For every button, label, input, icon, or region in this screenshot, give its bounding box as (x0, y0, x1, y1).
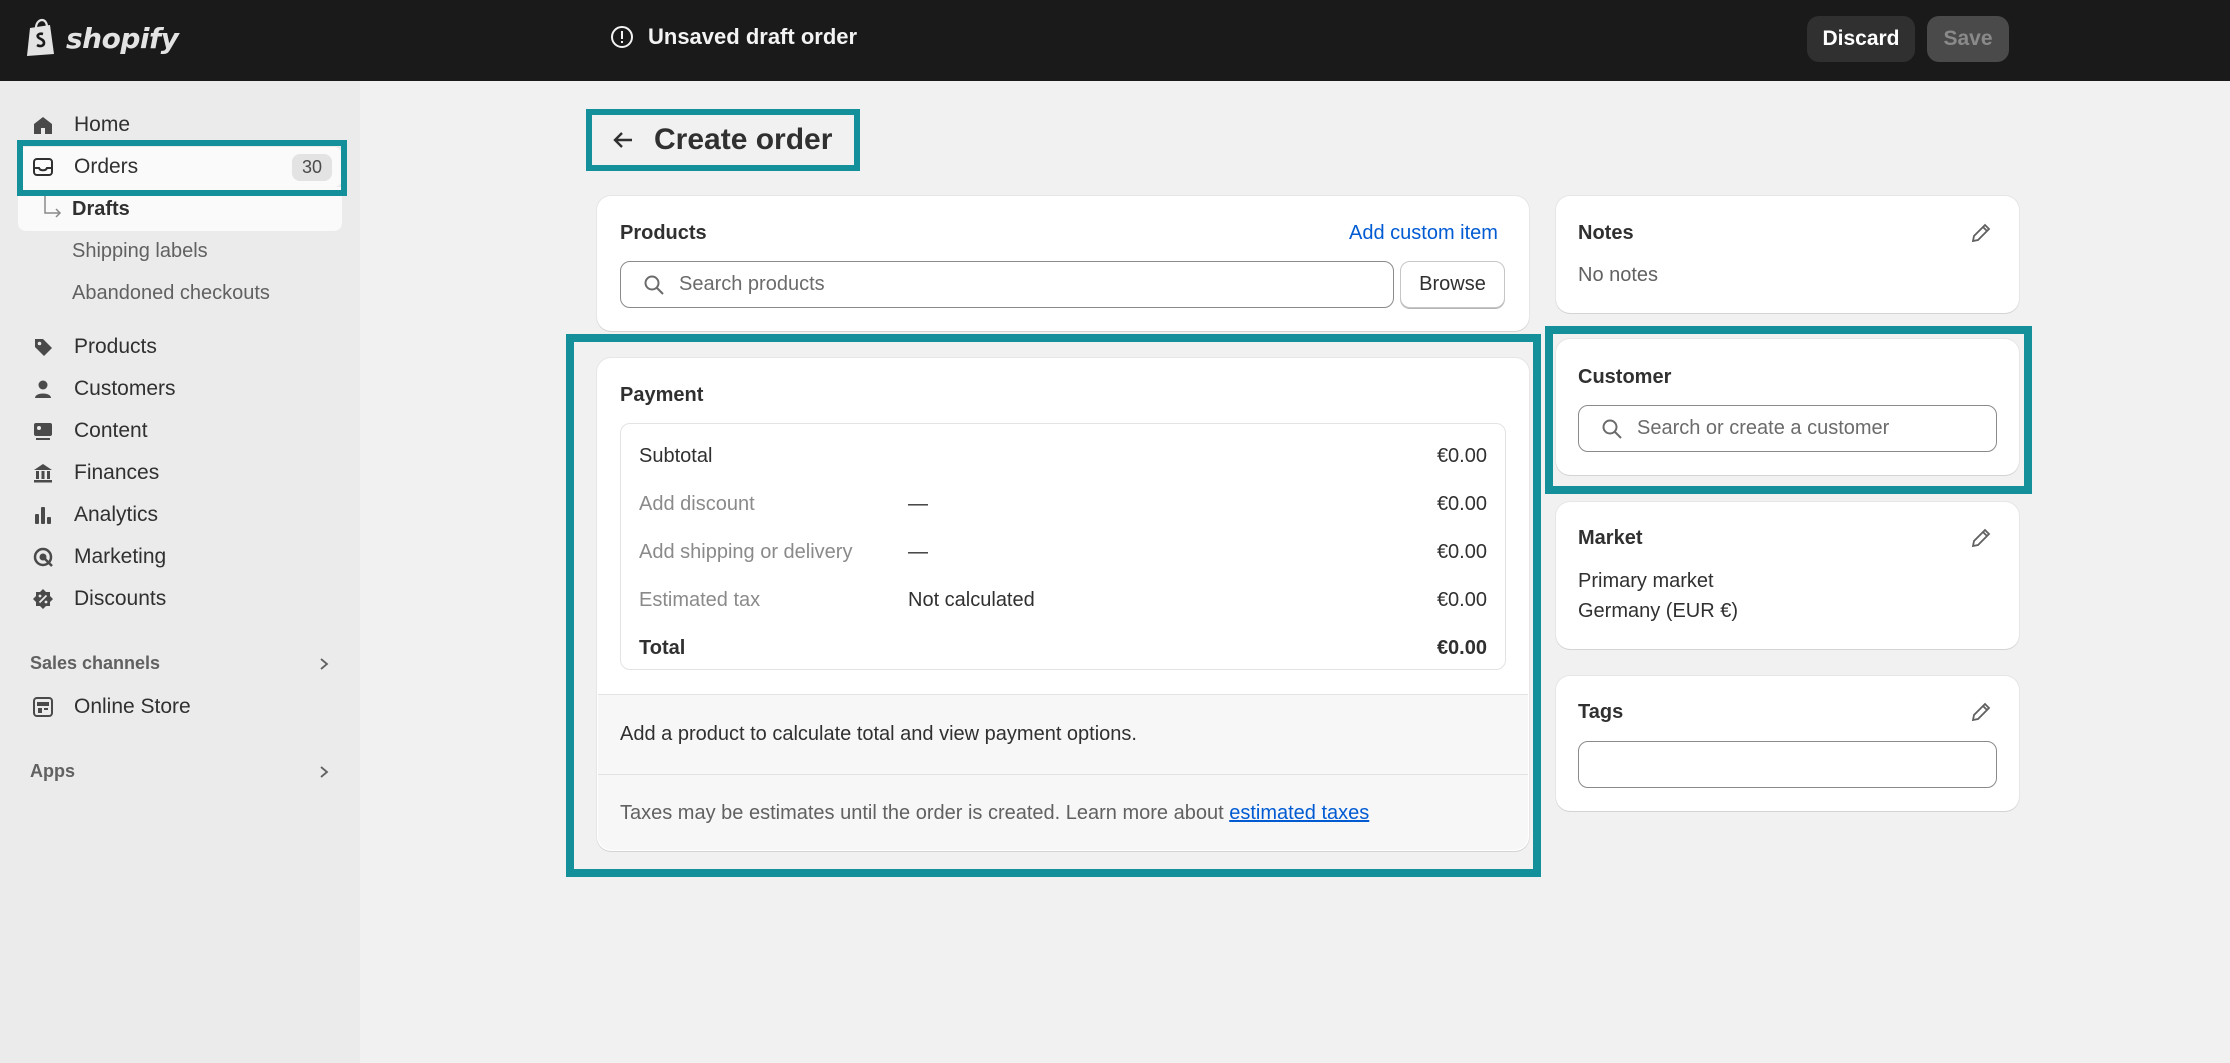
sidebar-item-label: Online Store (74, 695, 342, 719)
apps-label: Apps (30, 761, 75, 782)
sidebar-item-home[interactable]: Home (18, 105, 342, 145)
sidebar: Home Orders 30 Drafts Shipping labels Ab… (0, 81, 360, 1063)
chevron-right-icon (318, 765, 330, 779)
sidebar-item-products[interactable]: Products (18, 327, 342, 367)
save-button[interactable]: Save (1927, 16, 2009, 62)
sales-channels-label: Sales channels (30, 653, 160, 674)
bar-chart-icon (32, 504, 54, 526)
payment-highlight (566, 334, 1541, 877)
page-header: Create order (586, 109, 860, 171)
sidebar-item-drafts[interactable]: Drafts (72, 198, 130, 221)
arrow-left-icon[interactable] (610, 127, 636, 153)
bank-icon (32, 462, 54, 484)
sidebar-item-content[interactable]: Content (18, 411, 342, 451)
products-title: Products (620, 222, 707, 245)
search-icon (643, 274, 665, 296)
sidebar-item-customers[interactable]: Customers (18, 369, 342, 409)
browse-button[interactable]: Browse (1400, 261, 1505, 308)
notes-card (1556, 196, 2019, 313)
subnav-connector-icon (42, 193, 64, 221)
tags-input[interactable] (1578, 741, 1997, 788)
tag-icon (32, 336, 54, 358)
apps-header[interactable]: Apps (30, 761, 330, 782)
brand-name: shopify (66, 22, 178, 55)
market-primary: Primary market (1578, 570, 1714, 593)
pencil-icon[interactable] (1970, 527, 1992, 549)
sidebar-item-label: Customers (74, 377, 342, 401)
shopify-logo[interactable]: shopify (24, 18, 178, 58)
unsaved-status: Unsaved draft order (610, 24, 857, 50)
pencil-icon[interactable] (1970, 222, 1992, 244)
orders-highlight (17, 140, 347, 196)
sidebar-item-label: Finances (74, 461, 342, 485)
chevron-right-icon (318, 657, 330, 671)
notes-title: Notes (1578, 222, 1634, 245)
sidebar-item-label: Analytics (74, 503, 342, 527)
tags-title: Tags (1578, 701, 1623, 724)
person-icon (32, 378, 54, 400)
sidebar-item-shipping-labels[interactable]: Shipping labels (72, 240, 208, 263)
content-icon (32, 420, 54, 442)
discard-button[interactable]: Discard (1807, 16, 1915, 62)
sidebar-item-marketing[interactable]: Marketing (18, 537, 342, 577)
market-country: Germany (EUR €) (1578, 600, 1738, 623)
sidebar-item-abandoned-checkouts[interactable]: Abandoned checkouts (72, 282, 270, 305)
shopify-bag-icon (24, 18, 58, 58)
top-bar: shopify Unsaved draft order Discard Save (0, 0, 2230, 81)
sidebar-item-online-store[interactable]: Online Store (18, 687, 342, 727)
sidebar-item-label: Content (74, 419, 342, 443)
sidebar-item-analytics[interactable]: Analytics (18, 495, 342, 535)
store-icon (32, 696, 54, 718)
notes-body: No notes (1578, 264, 1658, 287)
add-custom-item-link[interactable]: Add custom item (1349, 222, 1498, 245)
sales-channels-header[interactable]: Sales channels (30, 653, 330, 674)
sidebar-item-discounts[interactable]: Discounts (18, 579, 342, 619)
sidebar-item-label: Marketing (74, 545, 342, 569)
target-icon (32, 546, 54, 568)
alert-circle-icon (610, 25, 634, 49)
product-search-input[interactable]: Search products (620, 261, 1394, 308)
sidebar-item-finances[interactable]: Finances (18, 453, 342, 493)
product-search-placeholder: Search products (679, 273, 825, 296)
market-title: Market (1578, 527, 1642, 550)
sidebar-item-label: Products (74, 335, 342, 359)
discount-icon (32, 588, 54, 610)
unsaved-status-text: Unsaved draft order (648, 24, 857, 50)
pencil-icon[interactable] (1970, 701, 1992, 723)
home-icon (32, 114, 54, 136)
page-title: Create order (654, 123, 832, 157)
customer-highlight (1545, 326, 2032, 494)
sidebar-item-label: Discounts (74, 587, 342, 611)
sidebar-item-label: Home (74, 113, 342, 137)
